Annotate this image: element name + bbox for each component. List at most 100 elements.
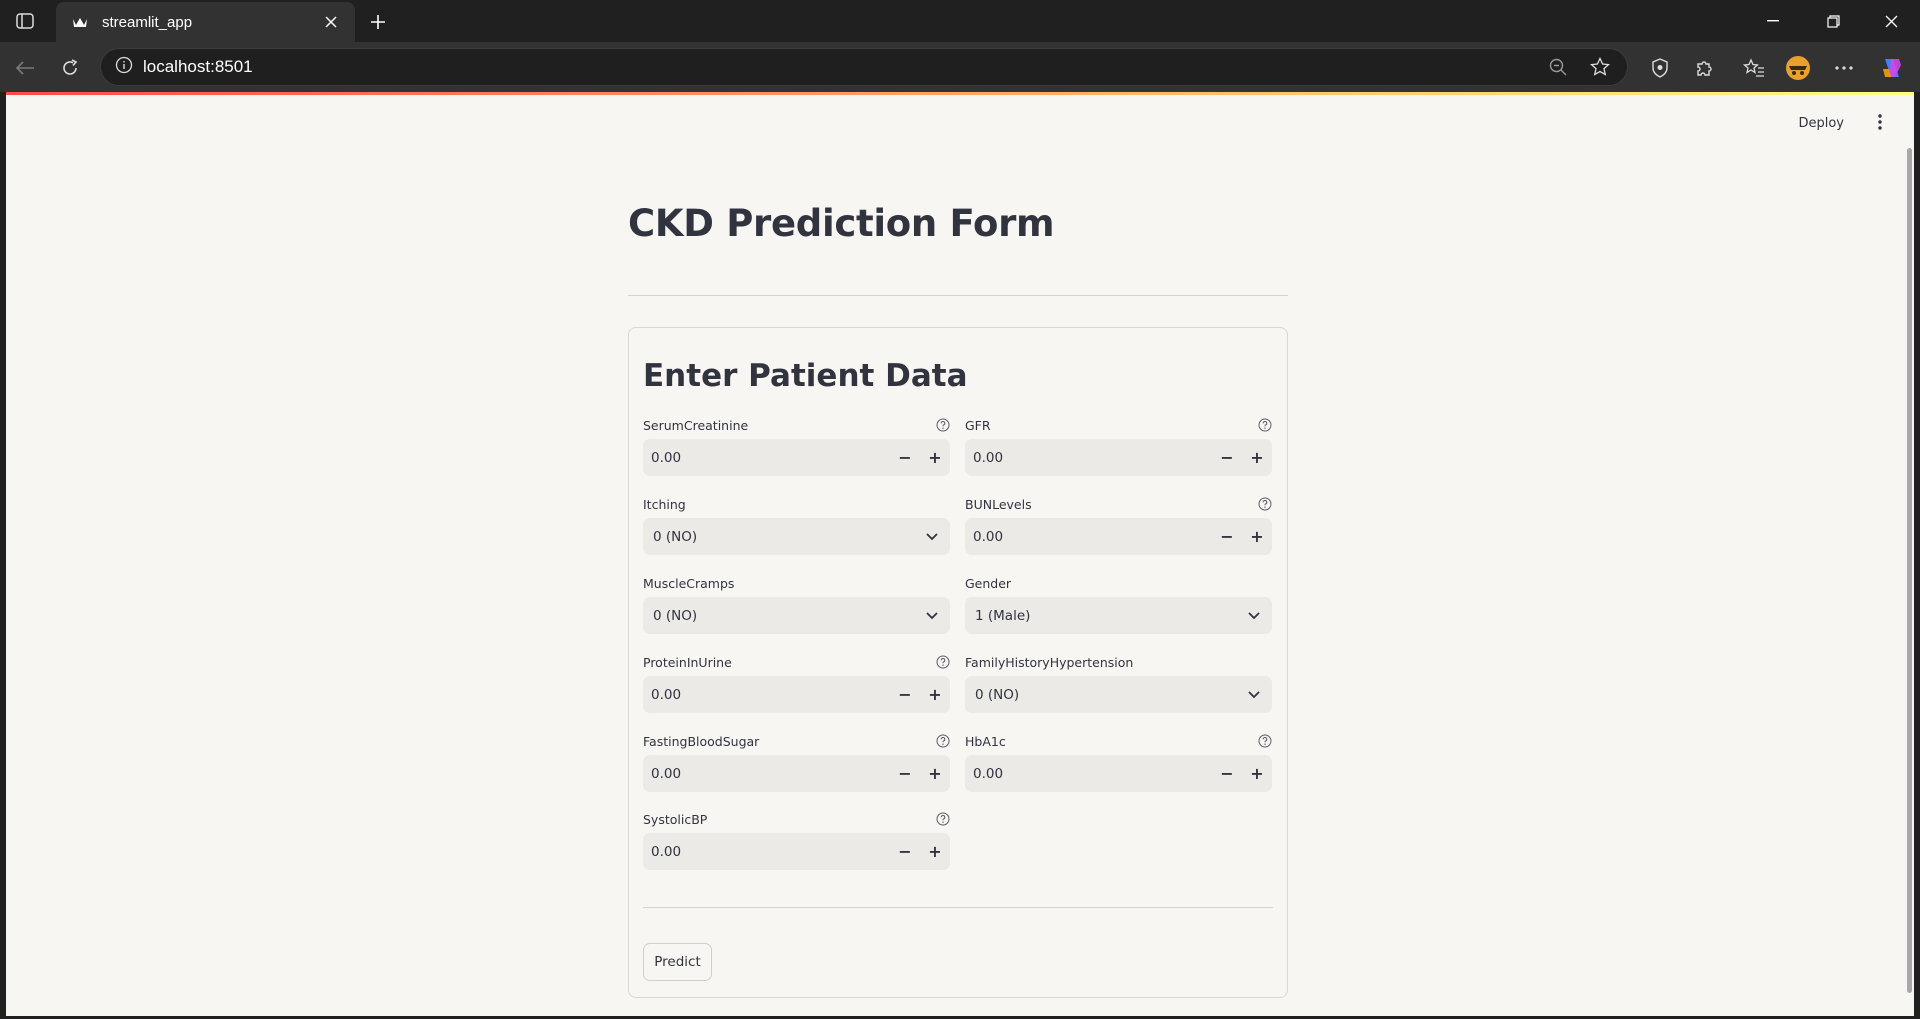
serum-creatinine-field: SerumCreatinine 0.00 − + xyxy=(643,415,950,476)
predict-button[interactable]: Predict xyxy=(643,943,712,981)
help-icon[interactable] xyxy=(1258,734,1272,748)
sidebar-toggle-icon[interactable] xyxy=(12,9,38,33)
field-label: FastingBloodSugar xyxy=(643,733,760,749)
field-label: SystolicBP xyxy=(643,811,708,827)
page-scrollbar[interactable] xyxy=(1907,148,1912,993)
hba1c-input[interactable]: 0.00 − + xyxy=(965,755,1272,792)
url-text[interactable]: localhost:8501 xyxy=(143,57,1543,77)
browser-tab[interactable]: streamlit_app xyxy=(56,2,355,42)
family-history-hypertension-field: FamilyHistoryHypertension 0 (NO) xyxy=(965,652,1272,713)
tab-title: streamlit_app xyxy=(102,13,193,31)
bun-levels-input[interactable]: 0.00 − + xyxy=(965,518,1272,555)
family-history-hypertension-select[interactable]: 0 (NO) xyxy=(965,676,1272,713)
input-value[interactable]: 0.00 xyxy=(643,844,890,860)
increment-button[interactable]: + xyxy=(1242,755,1272,792)
protein-in-urine-input[interactable]: 0.00 − + xyxy=(643,676,950,713)
decrement-button[interactable]: − xyxy=(1212,439,1242,476)
refresh-icon[interactable] xyxy=(54,52,86,84)
field-label: ProteinInUrine xyxy=(643,654,732,670)
more-options-icon[interactable] xyxy=(1828,52,1860,84)
page-viewport: Deploy CKD Prediction Form Enter Patient… xyxy=(6,92,1914,1016)
extensions-puzzle-icon[interactable] xyxy=(1688,52,1720,84)
chevron-down-icon[interactable] xyxy=(914,597,950,634)
chevron-down-icon[interactable] xyxy=(1236,597,1272,634)
input-value[interactable]: 0.00 xyxy=(965,529,1212,545)
close-tab-icon[interactable] xyxy=(321,12,341,32)
help-icon[interactable] xyxy=(1258,418,1272,432)
bun-levels-field: BUNLevels 0.00 − + xyxy=(965,494,1272,555)
itching-field: Itching 0 (NO) xyxy=(643,494,950,555)
divider xyxy=(628,295,1288,296)
back-arrow-icon[interactable] xyxy=(9,52,41,84)
systolic-bp-input[interactable]: 0.00 − + xyxy=(643,833,950,870)
selected-value[interactable]: 0 (NO) xyxy=(643,529,914,545)
selected-value[interactable]: 0 (NO) xyxy=(965,687,1236,703)
gfr-field: GFR 0.00 − + xyxy=(965,415,1272,476)
input-value[interactable]: 0.00 xyxy=(643,766,890,782)
decrement-button[interactable]: − xyxy=(890,833,920,870)
header-decoration xyxy=(6,92,1914,95)
favorite-star-icon[interactable] xyxy=(1585,52,1615,82)
increment-button[interactable]: + xyxy=(920,676,950,713)
chevron-down-icon[interactable] xyxy=(914,518,950,555)
help-icon[interactable] xyxy=(1258,497,1272,511)
patient-form: Enter Patient Data SerumCreatinine 0.00 … xyxy=(628,327,1288,998)
restore-icon[interactable] xyxy=(1810,6,1856,36)
serum-creatinine-input[interactable]: 0.00 − + xyxy=(643,439,950,476)
shield-extension-icon[interactable] xyxy=(1644,52,1676,84)
hba1c-field: HbA1c 0.00 − + xyxy=(965,731,1272,792)
systolic-bp-field: SystolicBP 0.00 − + xyxy=(643,809,950,870)
form-heading: Enter Patient Data xyxy=(643,358,968,394)
decrement-button[interactable]: − xyxy=(1212,755,1242,792)
field-label: SerumCreatinine xyxy=(643,417,749,433)
field-label: Itching xyxy=(643,496,686,512)
new-tab-icon[interactable] xyxy=(364,8,392,36)
increment-button[interactable]: + xyxy=(920,439,950,476)
muscle-cramps-field: MuscleCramps 0 (NO) xyxy=(643,573,950,634)
gender-select[interactable]: 1 (Male) xyxy=(965,597,1272,634)
field-label: GFR xyxy=(965,417,991,433)
gender-field: Gender 1 (Male) xyxy=(965,573,1272,634)
input-value[interactable]: 0.00 xyxy=(965,450,1212,466)
form-divider xyxy=(643,907,1273,908)
decrement-button[interactable]: − xyxy=(1212,518,1242,555)
zoom-out-icon[interactable] xyxy=(1543,52,1573,82)
chevron-down-icon[interactable] xyxy=(1236,676,1272,713)
selected-value[interactable]: 1 (Male) xyxy=(965,608,1236,624)
decrement-button[interactable]: − xyxy=(890,439,920,476)
increment-button[interactable]: + xyxy=(1242,518,1272,555)
field-label: MuscleCramps xyxy=(643,575,735,591)
field-label: HbA1c xyxy=(965,733,1006,749)
fasting-blood-sugar-input[interactable]: 0.00 − + xyxy=(643,755,950,792)
increment-button[interactable]: + xyxy=(920,755,950,792)
minimize-icon[interactable] xyxy=(1750,6,1796,36)
streamlit-crown-icon xyxy=(70,12,90,32)
close-window-icon[interactable] xyxy=(1868,6,1914,36)
field-label: Gender xyxy=(965,575,1012,591)
increment-button[interactable]: + xyxy=(920,833,950,870)
browser-titlebar: streamlit_app xyxy=(0,0,1920,42)
favorites-list-icon[interactable] xyxy=(1738,52,1770,84)
help-icon[interactable] xyxy=(936,418,950,432)
muscle-cramps-select[interactable]: 0 (NO) xyxy=(643,597,950,634)
input-value[interactable]: 0.00 xyxy=(965,766,1212,782)
decrement-button[interactable]: − xyxy=(890,755,920,792)
selected-value[interactable]: 0 (NO) xyxy=(643,608,914,624)
browser-toolbar: localhost:8501 xyxy=(0,42,1920,92)
site-info-icon[interactable] xyxy=(115,56,133,79)
help-icon[interactable] xyxy=(936,812,950,826)
page-title: CKD Prediction Form xyxy=(628,202,1055,245)
deploy-button[interactable]: Deploy xyxy=(1798,116,1844,131)
copilot-icon[interactable] xyxy=(1876,52,1908,84)
increment-button[interactable]: + xyxy=(1242,439,1272,476)
input-value[interactable]: 0.00 xyxy=(643,687,890,703)
gfr-input[interactable]: 0.00 − + xyxy=(965,439,1272,476)
itching-select[interactable]: 0 (NO) xyxy=(643,518,950,555)
address-bar[interactable]: localhost:8501 xyxy=(100,48,1628,86)
decrement-button[interactable]: − xyxy=(890,676,920,713)
profile-avatar-icon[interactable] xyxy=(1782,52,1814,84)
help-icon[interactable] xyxy=(936,655,950,669)
help-icon[interactable] xyxy=(936,734,950,748)
input-value[interactable]: 0.00 xyxy=(643,450,890,466)
main-menu-icon[interactable] xyxy=(1870,112,1890,132)
